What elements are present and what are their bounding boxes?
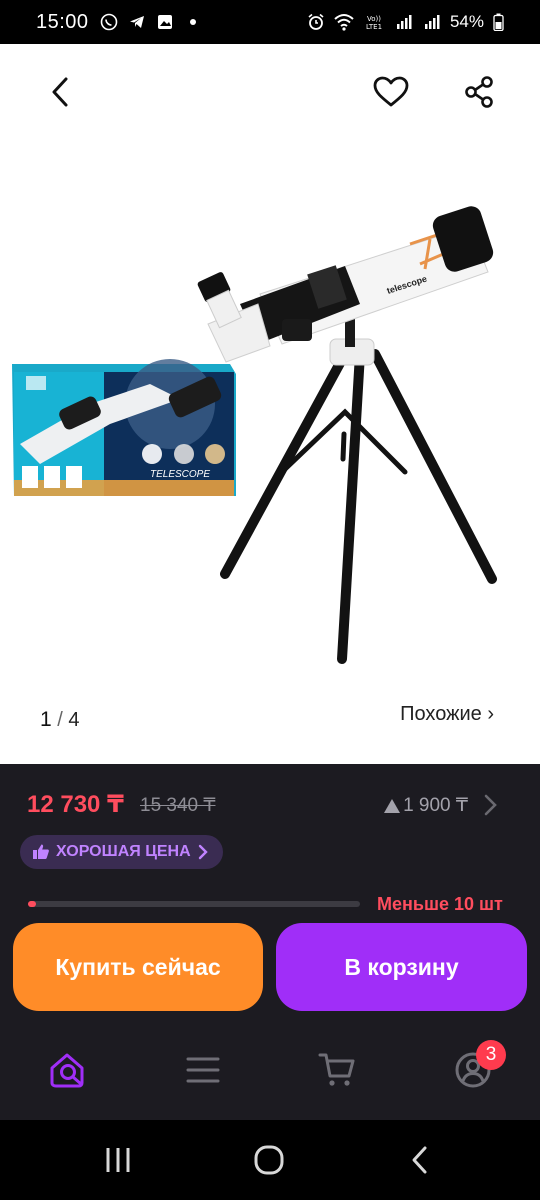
package-title: TELESCOPE <box>150 469 210 480</box>
stock-progress-bar <box>28 901 360 907</box>
stock-progress-fill <box>28 901 36 907</box>
bonus-points[interactable]: 1 900 ₸ <box>383 794 468 817</box>
system-back-button[interactable] <box>390 1140 450 1180</box>
old-price: 15 340 ₸ <box>140 795 216 816</box>
image-page-counter: 1 / 4 <box>40 708 80 732</box>
share-icon <box>465 76 493 108</box>
gallery-icon <box>155 12 175 32</box>
product-image[interactable]: TELESCOPE telescope <box>0 154 540 714</box>
system-navigation-bar <box>0 1120 540 1200</box>
svg-text:Vo)): Vo)) <box>367 15 381 23</box>
chevron-left-icon <box>52 77 68 107</box>
similar-products-link[interactable]: Похожие › <box>400 703 494 726</box>
tab-catalog[interactable] <box>179 1046 227 1094</box>
badge-label: ХОРОШАЯ ЦЕНА <box>56 843 191 860</box>
heart-icon <box>373 76 409 107</box>
product-gallery-area: TELESCOPE telescope 1 / 4 Похожие › <box>0 44 540 764</box>
thumbs-up-icon <box>33 844 49 859</box>
recent-apps-icon <box>106 1148 130 1172</box>
wifi-icon <box>334 12 354 32</box>
page-separator: / <box>57 709 63 731</box>
current-price: 12 730 ₸ <box>27 791 124 818</box>
chevron-right-icon[interactable] <box>480 792 500 818</box>
signal-icon <box>394 12 414 32</box>
tripod <box>220 349 497 664</box>
alarm-icon <box>306 12 326 32</box>
triangle-up-icon <box>384 798 401 813</box>
menu-icon <box>186 1057 220 1083</box>
stock-status: Меньше 10 шт <box>377 894 503 914</box>
good-price-badge[interactable]: ХОРОШАЯ ЦЕНА <box>20 835 223 869</box>
add-to-cart-button[interactable]: В корзину <box>276 923 527 1011</box>
tab-cart[interactable] <box>313 1046 361 1094</box>
home-button[interactable] <box>239 1140 299 1180</box>
back-button[interactable] <box>36 68 84 116</box>
status-bar: 15:00 Vo)) LTE1 54% <box>0 0 540 44</box>
signal-icon <box>422 12 442 32</box>
home-search-icon <box>50 1053 84 1088</box>
cart-icon <box>318 1053 355 1086</box>
current-image-number: 1 <box>40 708 52 731</box>
bottom-tab-bar: 3 <box>0 1020 540 1120</box>
chevron-right-icon <box>198 844 208 860</box>
recent-apps-button[interactable] <box>88 1140 148 1180</box>
telegram-icon <box>127 12 147 32</box>
tab-home[interactable] <box>44 1046 92 1094</box>
status-time: 15:00 <box>36 10 89 33</box>
favorite-button[interactable] <box>367 68 415 116</box>
profile-notification-badge: 3 <box>476 1040 506 1070</box>
total-images: 4 <box>68 709 80 731</box>
package-box: TELESCOPE <box>12 359 236 496</box>
back-arrow-icon <box>412 1146 427 1174</box>
bonus-value: 1 900 ₸ <box>403 795 468 816</box>
dot-icon <box>183 12 203 32</box>
battery-icon <box>492 12 504 32</box>
home-circle-icon <box>254 1145 284 1175</box>
battery-percent: 54% <box>449 12 484 31</box>
share-button[interactable] <box>455 68 503 116</box>
volte-icon: Vo)) LTE1 <box>362 12 386 32</box>
svg-text:LTE1: LTE1 <box>366 23 382 31</box>
buy-now-button[interactable]: Купить сейчас <box>13 923 263 1011</box>
whatsapp-icon <box>99 12 119 32</box>
